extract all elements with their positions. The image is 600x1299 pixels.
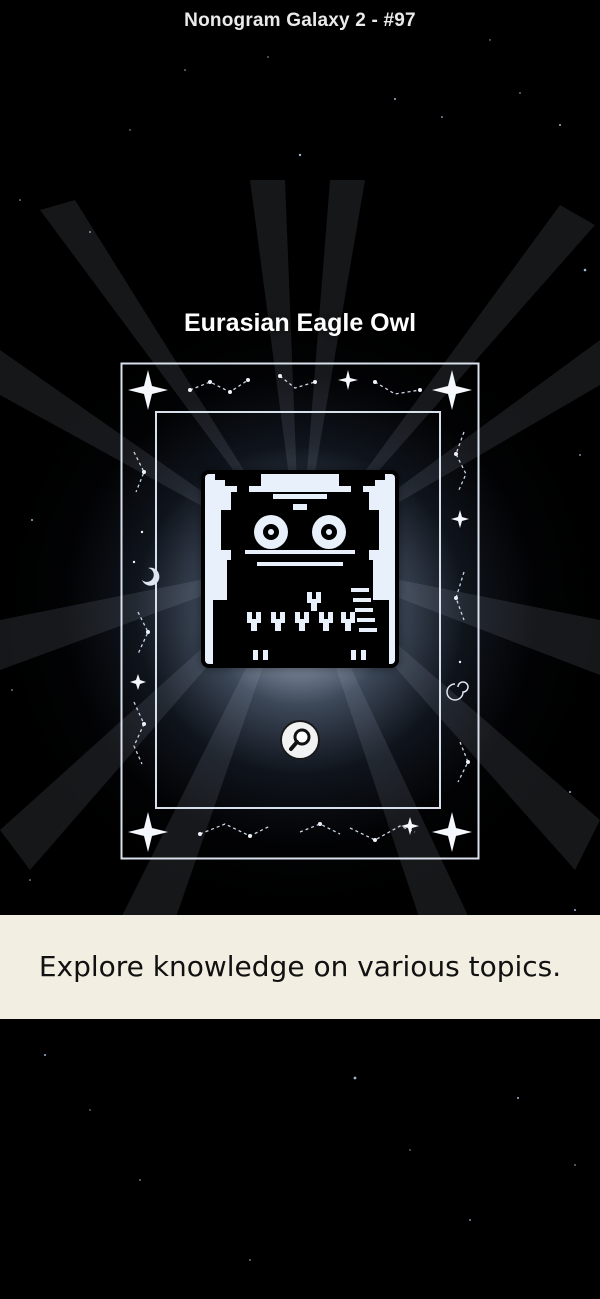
- info-banner: Explore knowledge on various topics.: [0, 915, 600, 1019]
- zoom-button[interactable]: [280, 720, 320, 760]
- corner-star-bottom-right: [432, 812, 472, 852]
- spiral-icon: [446, 681, 469, 701]
- moon-icon: [142, 567, 160, 586]
- banner-text: Explore knowledge on various topics.: [38, 950, 562, 983]
- owl-pixel-puzzle[interactable]: [201, 470, 399, 668]
- corner-star-top-left: [128, 370, 168, 410]
- puzzle-title: Nonogram Galaxy 2 - #97: [184, 10, 416, 31]
- card-name: Eurasian Eagle Owl: [183, 309, 417, 337]
- corner-star-top-right: [432, 370, 472, 410]
- corner-star-bottom-left: [128, 812, 168, 852]
- magnifier-icon: [289, 728, 311, 751]
